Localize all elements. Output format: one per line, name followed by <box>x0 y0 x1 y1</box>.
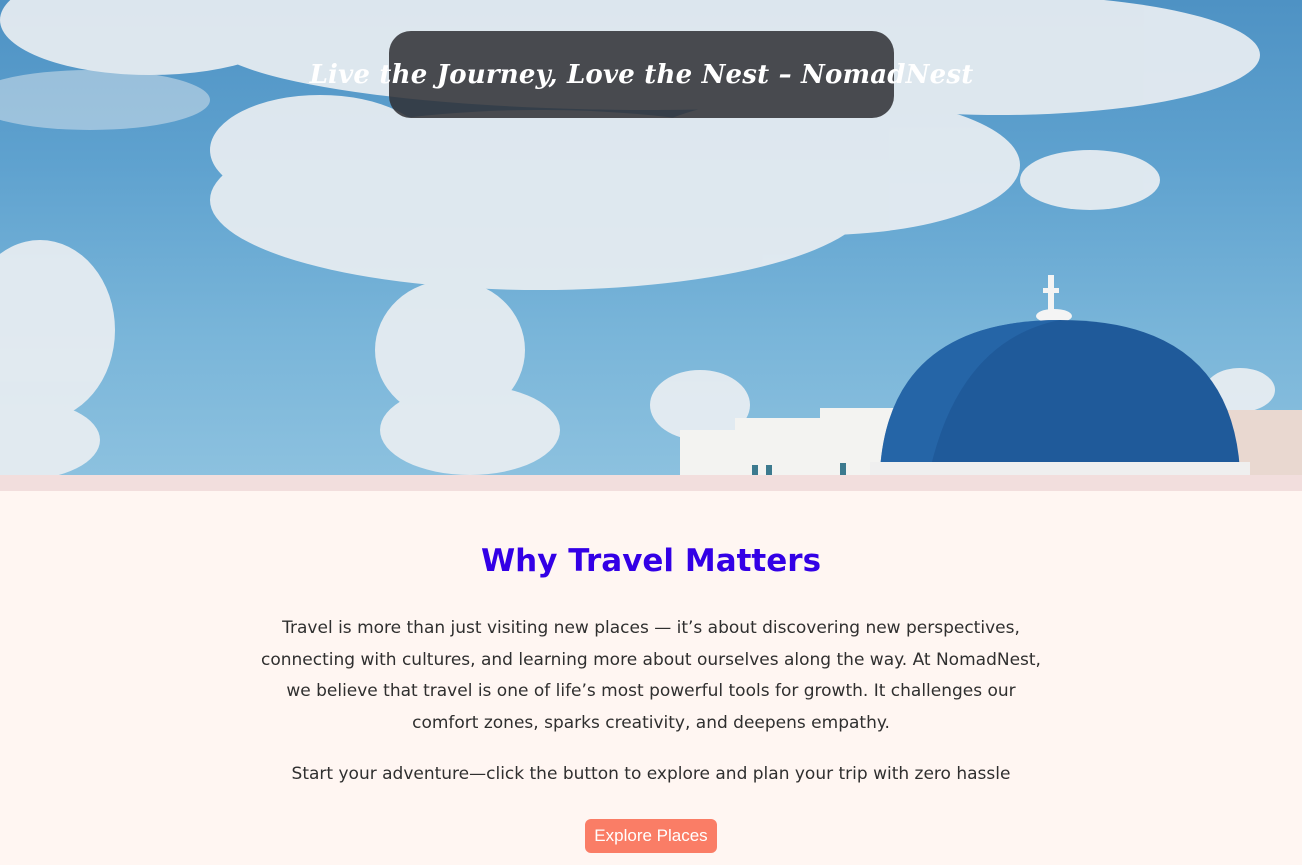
section-paragraph: Travel is more than just visiting new pl… <box>261 618 1041 733</box>
explore-places-button[interactable]: Explore Places <box>585 819 717 853</box>
cta-text: Start your adventure—click the button to… <box>291 764 1011 784</box>
tagline-text: Live the Journey, Love the Nest – NomadN… <box>309 59 974 90</box>
why-travel-section: Why Travel Matters Travel is more than j… <box>0 491 1302 853</box>
hero-banner: Live the Journey, Love the Nest – NomadN… <box>0 0 1302 475</box>
section-heading: Why Travel Matters <box>480 543 822 579</box>
section-divider <box>0 475 1302 491</box>
blue-dome <box>870 275 1250 475</box>
tagline-banner: Live the Journey, Love the Nest – NomadN… <box>310 31 973 118</box>
